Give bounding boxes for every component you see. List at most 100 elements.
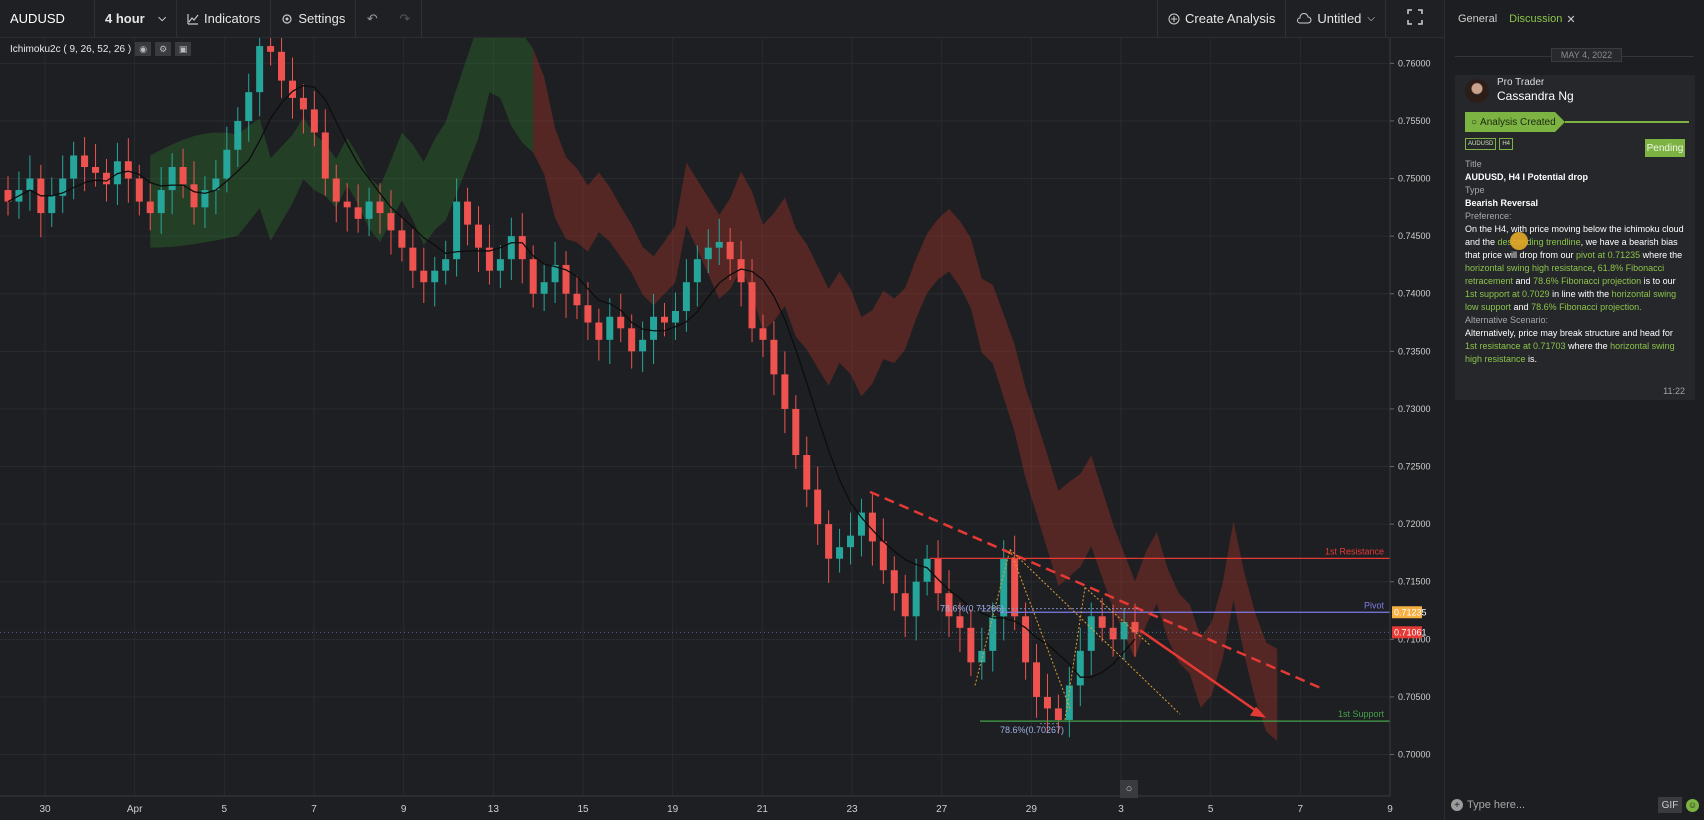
candle-body — [1033, 662, 1041, 697]
time-tick-label: 7 — [311, 804, 317, 815]
candle-body — [693, 259, 701, 283]
preference-label: Preference: — [1465, 211, 1512, 221]
type-label: Type — [1465, 185, 1485, 195]
lightbulb-icon[interactable]: ○ — [1120, 780, 1138, 798]
layout-label: Untitled — [1317, 11, 1362, 26]
candle-body — [639, 339, 647, 352]
cursor-highlight — [1510, 232, 1528, 250]
candle-body — [409, 247, 417, 271]
highlight-run: 1st resistance at 0.71703 — [1465, 341, 1566, 351]
price-tick-label: 0.74500 — [1398, 231, 1431, 241]
candle-body — [781, 374, 789, 409]
cloud-upload-icon — [1296, 12, 1312, 25]
candle-body — [628, 328, 636, 352]
candle-body — [256, 46, 264, 93]
interval-label: 4 hour — [105, 11, 145, 26]
avatar[interactable] — [1465, 79, 1489, 103]
candle-body — [1087, 616, 1095, 651]
post-type: Bearish Reversal — [1465, 198, 1539, 208]
text-run: and — [1511, 302, 1532, 312]
candle-body — [682, 282, 690, 312]
candle-body — [299, 97, 307, 110]
level-label: 1st Resistance — [1325, 546, 1384, 556]
candle-body — [1011, 558, 1019, 617]
candle-body — [1109, 627, 1117, 640]
chart-canvas[interactable]: 1st Resistance Pivot 1st Support 78.6%(0.71… — [0, 38, 1444, 820]
candle-body — [245, 92, 253, 121]
candle-body — [956, 616, 964, 628]
price-axis-background — [1390, 38, 1444, 820]
status-ribbon-label: Analysis Created — [1480, 116, 1556, 128]
time-tick-label: 21 — [757, 804, 769, 815]
create-analysis-button[interactable]: Create Analysis — [1158, 0, 1287, 37]
time-tick-label: 9 — [401, 804, 407, 815]
symbol-selector[interactable]: AUDUSD — [0, 0, 95, 37]
gear-icon[interactable]: ⚙ — [155, 42, 172, 56]
text-run: where the — [1640, 250, 1683, 260]
candle-body — [1098, 616, 1106, 628]
status-ribbon: ○ Analysis Created — [1465, 112, 1565, 132]
message-input[interactable] — [1467, 799, 1658, 811]
candle-body — [989, 616, 997, 651]
title-label: Title — [1465, 159, 1482, 169]
message-composer: + GIF ☺ — [1445, 790, 1704, 820]
candle-body — [332, 178, 340, 202]
tab-discussion[interactable]: Discussion — [1509, 13, 1562, 25]
candle-body — [770, 339, 778, 375]
indicators-button[interactable]: Indicators — [177, 0, 272, 37]
tag-symbol: AUDUSD — [1465, 138, 1497, 150]
fibonacci-label: 78.6%(0.71266) — [940, 604, 1004, 614]
candle-body — [48, 195, 56, 214]
candle-body — [234, 120, 242, 150]
undo-icon: ↶ — [366, 10, 378, 26]
candle-body — [540, 282, 548, 294]
candle-body — [726, 241, 734, 260]
candle-body — [792, 408, 800, 456]
interval-selector[interactable]: 4 hour ⌵ — [95, 0, 177, 37]
add-attachment-icon[interactable]: + — [1451, 799, 1463, 811]
author-name[interactable]: Cassandra Ng — [1497, 89, 1574, 103]
gif-button[interactable]: GIF — [1658, 797, 1682, 813]
price-tick-label: 0.74000 — [1398, 289, 1431, 299]
price-tick-label: 0.75500 — [1398, 116, 1431, 126]
candle-body — [890, 570, 898, 594]
undo-button[interactable]: ↶ — [356, 0, 388, 37]
candle-body — [1131, 622, 1139, 633]
alternative-text: Alternatively, price may break structure… — [1465, 327, 1687, 366]
price-chart[interactable]: 1st Resistance Pivot 1st Support 78.6%(0.71… — [0, 38, 1444, 820]
eye-icon[interactable]: ◉ — [135, 42, 152, 56]
fullscreen-button[interactable] — [1386, 0, 1444, 37]
highlight-run: 78.6% Fibonacci projection — [1533, 276, 1642, 286]
candle-body — [190, 184, 198, 208]
highlight-run: 78.6% Fibonacci projection. — [1531, 302, 1642, 312]
settings-button[interactable]: Settings — [271, 0, 357, 37]
candle-body — [650, 316, 658, 340]
layout-selector[interactable]: Untitled ⌵ — [1286, 0, 1386, 37]
time-tick-label: Apr — [127, 804, 143, 815]
time-tick-label: 5 — [222, 804, 228, 815]
text-run: is to our — [1641, 276, 1676, 286]
redo-button[interactable]: ↷ — [388, 0, 423, 37]
candle-body — [310, 109, 318, 133]
discussion-panel: General Discussion ✕ MAY 4, 2022 Pro Tra… — [1444, 0, 1704, 820]
preference-text: On the H4, with price moving below the i… — [1465, 223, 1687, 314]
candle-body — [124, 161, 132, 179]
text-run: Alternatively, price may break structure… — [1465, 328, 1673, 338]
time-tick-label: 5 — [1208, 804, 1214, 815]
candle-body — [803, 455, 811, 490]
date-separator: MAY 4, 2022 — [1455, 46, 1694, 68]
candle-body — [321, 132, 329, 179]
tab-general[interactable]: General — [1458, 13, 1497, 25]
candle-body — [715, 241, 723, 248]
indicator-label: Ichimoku2c ( 9, 26, 52, 26 ) — [10, 43, 132, 55]
candle-body — [464, 201, 472, 225]
close-icon[interactable]: ✕ — [1566, 13, 1575, 26]
candle-body — [1120, 622, 1128, 640]
candle-body — [671, 311, 679, 323]
emoji-icon[interactable]: ☺ — [1686, 798, 1699, 812]
candle-body — [179, 167, 187, 185]
candle-body — [825, 524, 833, 559]
candle-body — [573, 293, 581, 306]
trash-icon[interactable]: ▣ — [175, 42, 192, 56]
highlight-run: horizontal swing high resistance — [1465, 263, 1593, 273]
